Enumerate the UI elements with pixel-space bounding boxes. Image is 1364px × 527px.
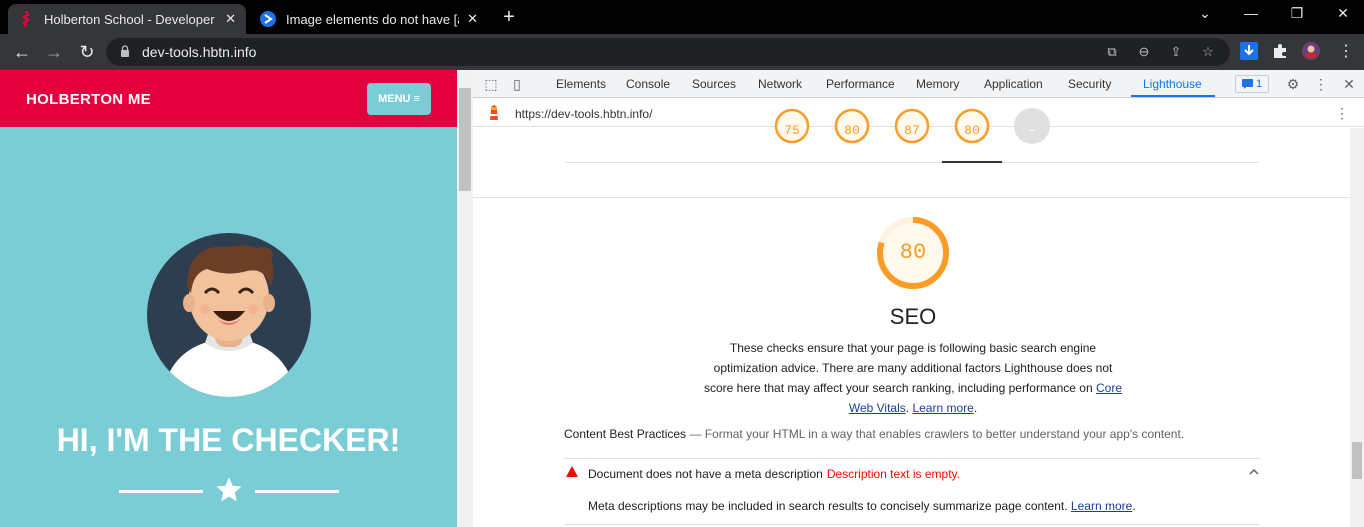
tab-strip: Holberton School - Developer to ✕ Image … (0, 0, 1364, 34)
mini-score-best-practices: 87 (904, 123, 920, 138)
minimize-window-icon[interactable]: — (1241, 5, 1261, 21)
issues-chat-icon (1241, 79, 1253, 89)
settings-gear-icon[interactable]: ⚙ (1285, 76, 1301, 92)
category-score-strip: 75 80 87 80 – (473, 108, 1350, 198)
divider-line-right (255, 490, 339, 493)
tab-search-chevron-icon[interactable]: ⌄ (1195, 5, 1215, 22)
page-scrollbar-thumb[interactable] (459, 88, 471, 191)
extensions-puzzle-icon[interactable] (1271, 42, 1289, 60)
audit-display-value: Description text is empty. (826, 467, 960, 481)
menu-button[interactable]: MENU ≡ (367, 83, 431, 115)
mini-score-accessibility: 80 (844, 123, 860, 138)
address-bar[interactable]: dev-tools.hbtn.info ⧉ ⊖ ⇪ ☆ (106, 38, 1230, 66)
seo-score: 80 (899, 240, 927, 265)
devtools-menu-icon[interactable]: ⋮ (1313, 76, 1329, 92)
lighthouse-docs-favicon-icon (260, 11, 276, 27)
audit-description: Meta descriptions may be included in sea… (588, 499, 1136, 513)
forward-arrow-icon[interactable]: → (44, 42, 64, 62)
report-url: https://dev-tools.hbtn.info/ (515, 107, 653, 121)
browser-menu-icon[interactable]: ⋮ (1336, 42, 1356, 62)
translate-icon[interactable]: ⧉ (1104, 44, 1120, 60)
close-devtools-icon[interactable]: ✕ (1341, 76, 1357, 92)
active-tab-indicator (1131, 95, 1215, 97)
download-extension-icon[interactable] (1240, 42, 1258, 60)
fail-triangle-icon (566, 466, 578, 477)
devtools-tab-bar: ⬚ ▯ Elements Console Sources Network Per… (473, 70, 1364, 98)
audit-group-header: Content Best Practices — Format your HTM… (564, 427, 1264, 441)
lighthouse-report: 75 80 87 80 – 80 SEO These checks ensure… (473, 108, 1350, 527)
audit-title-text: Document does not have a meta descriptio… (588, 467, 823, 481)
category-description-text: These checks ensure that your page is fo… (703, 341, 1113, 395)
active-category-indicator (942, 161, 1002, 163)
report-menu-icon[interactable]: ⋮ (1335, 105, 1349, 122)
devtools-tab-performance[interactable]: Performance (826, 77, 895, 91)
audit-separator-bottom (564, 524, 1260, 525)
devtools-tab-sources[interactable]: Sources (692, 77, 736, 91)
share-icon[interactable]: ⇪ (1168, 44, 1184, 60)
issues-badge[interactable]: 1 (1235, 75, 1269, 93)
chevron-up-icon[interactable] (1248, 467, 1260, 477)
strip-divider (565, 162, 1259, 163)
devtools-tab-elements[interactable]: Elements (556, 77, 606, 91)
mini-score-performance: 75 (784, 123, 800, 138)
category-description: These checks ensure that your page is fo… (703, 341, 1122, 415)
devtools-tab-network[interactable]: Network (758, 77, 802, 91)
mini-score-seo: 80 (964, 123, 980, 138)
holberton-favicon-icon (18, 11, 34, 27)
close-tab-icon[interactable]: ✕ (467, 11, 478, 27)
reload-icon[interactable]: ↻ (77, 42, 97, 62)
devtools-tab-memory[interactable]: Memory (916, 77, 959, 91)
devtools-scrollbar-thumb[interactable] (1352, 442, 1362, 479)
web-page: HOLBERTON ME MENU ≡ HI, I'M THE CHECKER! (0, 70, 457, 527)
tab-title: Holberton School - Developer to (44, 11, 218, 27)
lock-icon[interactable] (120, 45, 130, 57)
zoom-out-icon[interactable]: ⊖ (1136, 44, 1152, 60)
device-toolbar-icon[interactable]: ▯ (509, 76, 525, 92)
new-tab-button[interactable]: + (499, 7, 519, 27)
audit-meta-description[interactable]: Document does not have a meta descriptio… (564, 458, 1260, 486)
audit-title: Document does not have a meta descriptio… (588, 467, 960, 481)
back-arrow-icon[interactable]: ← (12, 42, 32, 62)
devtools-tab-application[interactable]: Application (984, 77, 1043, 91)
audit-description-text: Meta descriptions may be included in sea… (588, 499, 1068, 513)
restore-window-icon[interactable]: ❐ (1287, 5, 1307, 22)
avatar-image (147, 233, 311, 397)
divider-line-left (119, 490, 203, 493)
category-title: SEO (889, 304, 937, 329)
devtools-panel: ⬚ ▯ Elements Console Sources Network Per… (473, 70, 1364, 527)
bookmark-star-icon[interactable]: ☆ (1200, 44, 1216, 60)
site-brand[interactable]: HOLBERTON ME (26, 91, 151, 108)
learn-more-link[interactable]: Learn more (912, 401, 973, 415)
page-header: HOLBERTON ME MENU ≡ (0, 70, 457, 127)
audit-learn-more-link[interactable]: Learn more (1071, 499, 1132, 513)
mini-score-pwa: – (1028, 123, 1036, 138)
devtools-tab-security[interactable]: Security (1068, 77, 1111, 91)
address-url: dev-tools.hbtn.info (142, 44, 257, 60)
lighthouse-logo-icon (490, 105, 498, 120)
profile-avatar[interactable] (1302, 42, 1320, 60)
close-tab-icon[interactable]: ✕ (225, 11, 236, 27)
tab-title: Image elements do not have [alt] (286, 11, 460, 27)
issues-count: 1 (1255, 78, 1263, 90)
browser-toolbar: ← → ↻ dev-tools.hbtn.info ⧉ ⊖ ⇪ ☆ ⋮ (0, 34, 1364, 70)
browser-tab-lighthouse-docs[interactable]: Image elements do not have [alt] ✕ (250, 4, 488, 34)
browser-tab-holberton[interactable]: Holberton School - Developer to ✕ (8, 4, 246, 34)
devtools-tab-lighthouse[interactable]: Lighthouse (1143, 77, 1202, 91)
star-icon (216, 477, 242, 502)
inspect-element-icon[interactable]: ⬚ (483, 76, 499, 92)
group-title: Content Best Practices (564, 427, 687, 441)
close-window-icon[interactable]: ✕ (1333, 5, 1353, 22)
group-subtitle: Format your HTML in a way that enables c… (704, 427, 1185, 441)
hero-title: HI, I'M THE CHECKER! (56, 422, 401, 458)
devtools-tab-console[interactable]: Console (626, 77, 670, 91)
group-dash: — (686, 427, 705, 441)
